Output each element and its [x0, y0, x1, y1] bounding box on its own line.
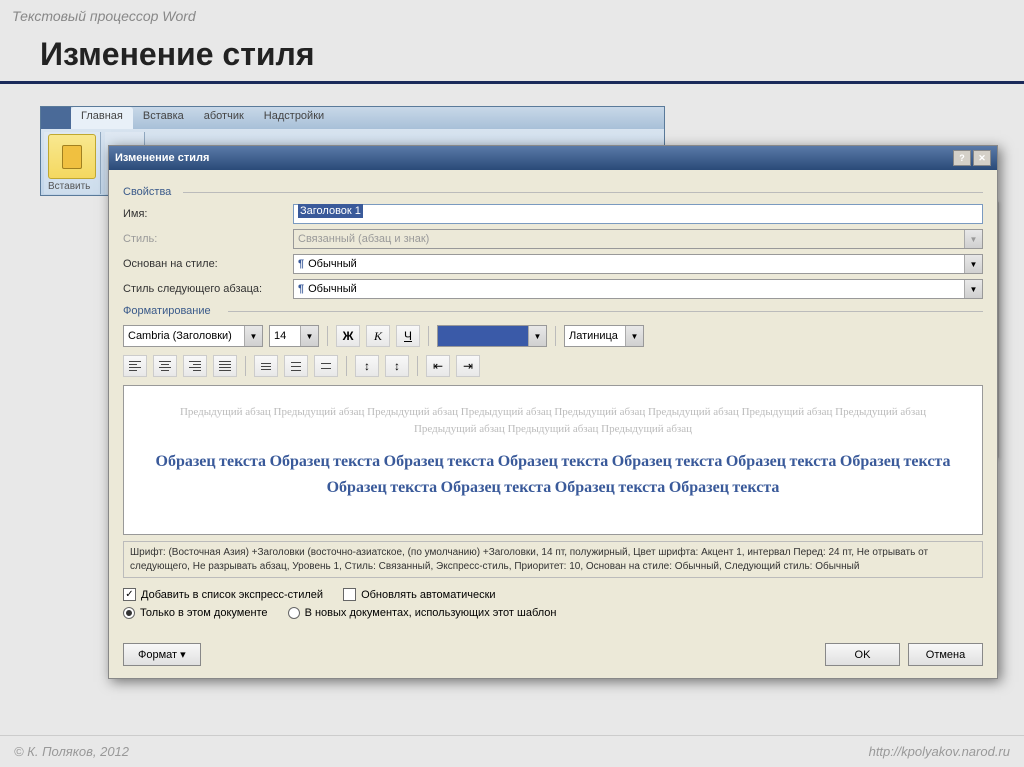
linespacing-15-button[interactable]: [284, 355, 308, 377]
nextstyle-dropdown[interactable]: ¶ Обычный ▼: [293, 279, 983, 299]
properties-section: Свойства: [123, 186, 983, 198]
basedon-label: Основан на стиле:: [123, 258, 293, 270]
linespacing-2-button[interactable]: [314, 355, 338, 377]
format-button[interactable]: Формат ▾: [123, 643, 201, 666]
paste-label: Вставить: [48, 181, 96, 192]
align-right-button[interactable]: [183, 355, 207, 377]
italic-button[interactable]: К: [366, 325, 390, 347]
chevron-down-icon[interactable]: ▼: [964, 255, 982, 273]
dialog-titlebar: Изменение стиля ? ✕: [109, 146, 997, 170]
slide-footer: © К. Поляков, 2012 http://kpolyakov.naro…: [0, 735, 1024, 767]
pilcrow-icon: ¶: [298, 283, 304, 295]
align-center-button[interactable]: [153, 355, 177, 377]
chevron-down-icon[interactable]: ▼: [625, 326, 643, 346]
style-description: Шрифт: (Восточная Азия) +Заголовки (вост…: [123, 541, 983, 578]
tab-addins[interactable]: Надстройки: [254, 107, 334, 129]
checkbox-icon: [343, 588, 356, 601]
tab-insert[interactable]: Вставка: [133, 107, 194, 129]
checkbox-icon: ✓: [123, 588, 136, 601]
slide-title: Изменение стиля: [0, 32, 1024, 84]
new-documents-radio[interactable]: В новых документах, использующих этот ша…: [288, 607, 557, 619]
underline-button[interactable]: Ч: [396, 325, 420, 347]
styletype-dropdown: Связанный (абзац и знак) ▼: [293, 229, 983, 249]
chevron-down-icon[interactable]: ▼: [244, 326, 262, 346]
indent-dec-button[interactable]: ⇤: [426, 355, 450, 377]
nextstyle-label: Стиль следующего абзаца:: [123, 283, 293, 295]
styletype-label: Стиль:: [123, 233, 293, 245]
indent-inc-button[interactable]: ⇥: [456, 355, 480, 377]
slide-header: Текстовый процессор Word: [0, 0, 1024, 32]
align-justify-button[interactable]: [213, 355, 237, 377]
space-before-inc-button[interactable]: ↕: [355, 355, 379, 377]
fontcolor-dropdown[interactable]: ▼: [437, 325, 547, 347]
copyright: © К. Поляков, 2012: [14, 744, 129, 759]
auto-update-checkbox[interactable]: Обновлять автоматически: [343, 588, 496, 601]
chevron-down-icon[interactable]: ▼: [300, 326, 318, 346]
chevron-down-icon: ▼: [964, 230, 982, 248]
footer-url: http://kpolyakov.narod.ru: [869, 744, 1010, 759]
modify-style-dialog: Изменение стиля ? ✕ Свойства Имя: Заголо…: [108, 145, 998, 679]
help-button[interactable]: ?: [953, 150, 971, 166]
tab-home[interactable]: Главная: [71, 107, 133, 129]
formatting-section: Форматирование: [123, 305, 983, 317]
chevron-down-icon[interactable]: ▼: [964, 280, 982, 298]
pilcrow-icon: ¶: [298, 258, 304, 270]
preview-area: Предыдущий абзац Предыдущий абзац Предыд…: [123, 385, 983, 535]
name-label: Имя:: [123, 208, 293, 220]
close-button[interactable]: ✕: [973, 150, 991, 166]
font-dropdown[interactable]: Cambria (Заголовки) ▼: [123, 325, 263, 347]
add-quickstyle-checkbox[interactable]: ✓ Добавить в список экспресс-стилей: [123, 588, 323, 601]
only-document-radio[interactable]: Только в этом документе: [123, 607, 268, 619]
basedon-dropdown[interactable]: ¶ Обычный ▼: [293, 254, 983, 274]
cancel-button[interactable]: Отмена: [908, 643, 983, 666]
fontsize-dropdown[interactable]: 14 ▼: [269, 325, 319, 347]
dialog-title-text: Изменение стиля: [115, 152, 209, 164]
radio-icon: [123, 607, 135, 619]
script-dropdown[interactable]: Латиница ▼: [564, 325, 644, 347]
preview-sample-text: Образец текста Образец текста Образец те…: [154, 449, 952, 500]
ok-button[interactable]: OK: [825, 643, 900, 666]
align-left-button[interactable]: [123, 355, 147, 377]
preview-prev-para: Предыдущий абзац Предыдущий абзац Предыд…: [154, 404, 952, 437]
bold-button[interactable]: Ж: [336, 325, 360, 347]
space-before-dec-button[interactable]: ↕: [385, 355, 409, 377]
tab-developer[interactable]: аботчик: [194, 107, 254, 129]
paste-button[interactable]: [48, 134, 96, 179]
chevron-down-icon[interactable]: ▼: [528, 326, 546, 346]
radio-icon: [288, 607, 300, 619]
linespacing-1-button[interactable]: [254, 355, 278, 377]
clipboard-icon: [62, 145, 82, 169]
name-input[interactable]: Заголовок 1: [293, 204, 983, 224]
